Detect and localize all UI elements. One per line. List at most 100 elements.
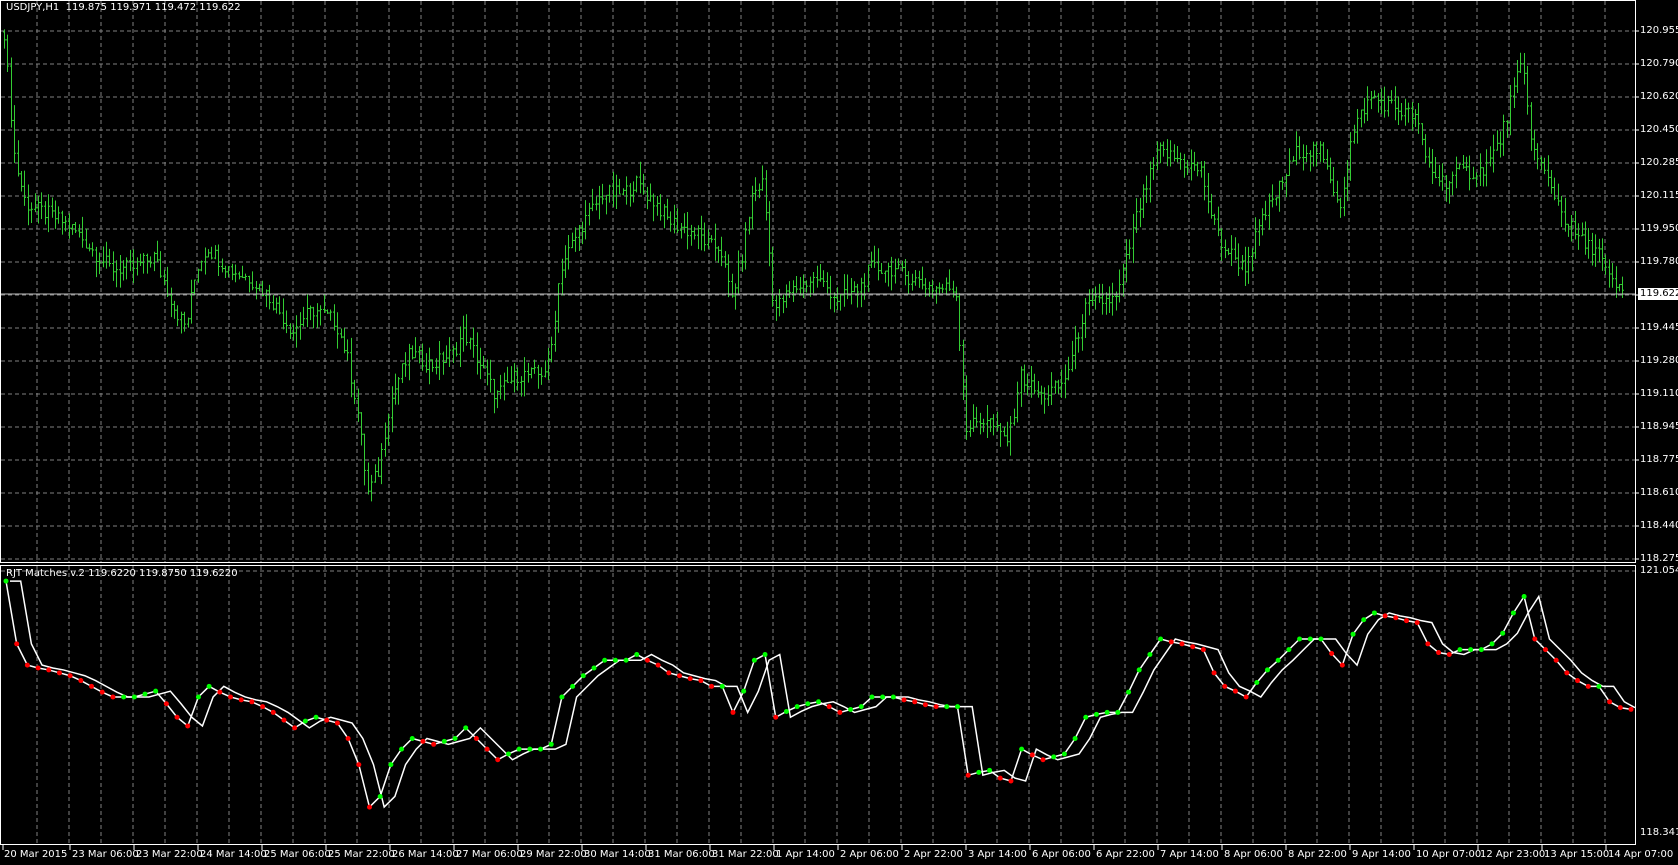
fall-dot: [260, 704, 266, 710]
time-tick-label: 25 Mar 06:00: [264, 849, 331, 860]
fall-dot: [1211, 670, 1217, 676]
fall-dot: [997, 775, 1003, 781]
fall-dot: [270, 709, 276, 715]
fall-dot: [356, 762, 362, 768]
price-tick-label: 119.950: [1640, 223, 1678, 234]
rise-dot: [1093, 711, 1099, 717]
fall-dot: [217, 689, 223, 695]
rise-dot: [719, 683, 725, 689]
time-tick-label: 30 Mar 14:00: [584, 849, 651, 860]
price-tick-label: 120.285: [1640, 157, 1678, 168]
fall-dot: [281, 717, 287, 723]
rise-dot: [1489, 641, 1495, 647]
rise-dot: [612, 657, 618, 663]
fall-dot: [933, 704, 939, 710]
rise-dot: [1275, 657, 1281, 663]
rise-dot: [548, 741, 554, 747]
fall-dot: [1382, 613, 1388, 619]
rise-dot: [1500, 630, 1506, 636]
rise-dot: [1307, 636, 1313, 642]
time-tick-label: 31 Mar 06:00: [648, 849, 715, 860]
indicator-max-label: 121.0543: [1640, 565, 1678, 576]
time-tick-label: 20 Mar 2015: [4, 849, 68, 860]
rise-dot: [880, 694, 886, 700]
rise-dot: [1457, 647, 1463, 653]
time-tick-label: 6 Apr 06:00: [1032, 849, 1091, 860]
time-tick-label: 6 Apr 22:00: [1096, 849, 1155, 860]
rise-dot: [452, 736, 458, 742]
rise-dot: [1061, 751, 1067, 757]
price-tick-label: 120.450: [1640, 124, 1678, 135]
rise-dot: [1371, 610, 1377, 616]
time-tick-label: 3 Apr 14:00: [968, 849, 1027, 860]
fall-dot: [1414, 620, 1420, 626]
time-tick-label: 23 Mar 06:00: [72, 849, 139, 860]
fall-dot: [826, 704, 832, 710]
time-tick-label: 26 Mar 14:00: [392, 849, 459, 860]
fall-dot: [912, 699, 918, 705]
symbol-label: USDJPY,H1: [6, 2, 60, 13]
fall-dot: [1542, 647, 1548, 653]
rise-dot: [121, 694, 127, 700]
fall-dot: [1339, 662, 1345, 668]
fall-dot: [292, 725, 298, 731]
price-tick-label: 119.780: [1640, 256, 1678, 267]
price-tick-label: 120.620: [1640, 91, 1678, 102]
rise-dot: [538, 746, 544, 752]
fall-dot: [901, 697, 907, 703]
rise-dot: [1265, 667, 1271, 673]
time-tick-label: 10 Apr 07:00: [1416, 849, 1482, 860]
time-tick-label: 7 Apr 14:00: [1160, 849, 1219, 860]
rise-dot: [153, 688, 159, 694]
rise-dot: [1126, 689, 1132, 695]
fall-dot: [1168, 639, 1174, 645]
fall-dot: [67, 673, 73, 679]
fall-dot: [1564, 670, 1570, 676]
price-tick-label: 120.115: [1640, 190, 1678, 201]
rise-dot: [206, 683, 212, 689]
time-tick-label: 29 Mar 22:00: [520, 849, 587, 860]
fall-dot: [78, 678, 84, 684]
rise-dot: [751, 657, 757, 663]
price-tick-label: 119.445: [1640, 322, 1678, 333]
fall-dot: [14, 641, 20, 647]
fall-dot: [163, 701, 169, 707]
rise-dot: [195, 694, 201, 700]
rise-dot: [1297, 636, 1303, 642]
rise-dot: [1468, 647, 1474, 653]
rise-dot: [762, 651, 768, 657]
fall-dot: [922, 702, 928, 708]
fall-dot: [24, 662, 30, 668]
rise-dot: [313, 714, 319, 720]
time-tick-label: 31 Mar 22:00: [712, 849, 779, 860]
fall-dot: [46, 667, 52, 673]
rise-dot: [505, 751, 511, 757]
rise-dot: [570, 683, 576, 689]
rise-dot: [1318, 636, 1324, 642]
fall-dot: [1008, 778, 1014, 784]
fall-dot: [837, 709, 843, 715]
chart-canvas[interactable]: [0, 0, 1678, 865]
time-tick-label: 13 Apr 15:00: [1544, 849, 1610, 860]
time-tick-label: 2 Apr 06:00: [840, 849, 899, 860]
rise-dot: [1019, 746, 1025, 752]
fall-dot: [1436, 650, 1442, 656]
time-tick-label: 9 Apr 14:00: [1352, 849, 1411, 860]
rise-dot: [602, 657, 608, 663]
rise-dot: [1361, 617, 1367, 623]
fall-dot: [420, 738, 426, 744]
rise-dot: [741, 688, 747, 694]
fall-dot: [698, 678, 704, 684]
rise-dot: [1104, 709, 1110, 715]
fall-dot: [1575, 678, 1581, 684]
fall-dot: [495, 757, 501, 763]
fall-dot: [99, 689, 105, 695]
rise-dot: [869, 694, 875, 700]
price-tick-label: 118.945: [1640, 421, 1678, 432]
rise-dot: [409, 736, 415, 742]
rise-dot: [527, 746, 533, 752]
price-tick-label: 118.275: [1640, 553, 1678, 564]
fall-dot: [228, 694, 234, 700]
fall-dot: [1040, 757, 1046, 763]
fall-dot: [1029, 752, 1035, 758]
